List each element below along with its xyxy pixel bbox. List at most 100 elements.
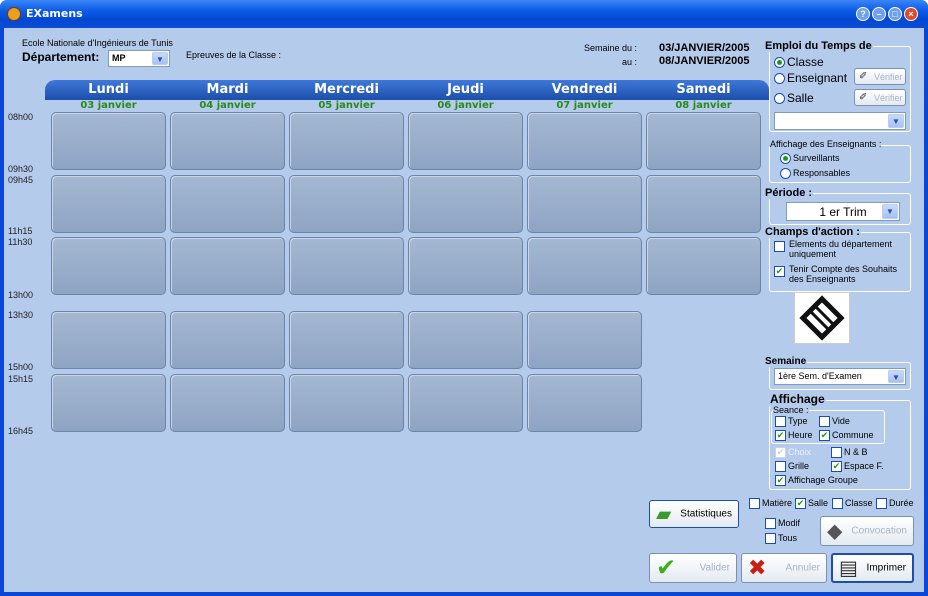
valider-button[interactable]: ✔ Valider bbox=[649, 553, 737, 583]
verifier-salle-button[interactable]: ✐ Vérifier bbox=[854, 89, 906, 106]
emploi-title: Emploi du Temps de bbox=[764, 40, 873, 52]
schedule-slot[interactable] bbox=[51, 175, 166, 233]
champs-title: Champs d'action : bbox=[764, 226, 861, 238]
checkbox-vide[interactable]: Vide bbox=[819, 416, 850, 428]
verifier-enseignant-button[interactable]: ✐ Vérifier bbox=[854, 68, 906, 85]
convocation-button[interactable]: ◆ Convocation bbox=[820, 516, 914, 546]
window-title: EXamens bbox=[26, 7, 83, 20]
time-label: 08h00 bbox=[8, 112, 34, 122]
time-label: 09h30 bbox=[8, 164, 34, 174]
departement-select[interactable]: MP ▼ bbox=[108, 50, 170, 67]
cross-icon: ✖ bbox=[748, 555, 767, 580]
pen-icon: ✐ bbox=[859, 92, 868, 103]
app-window: EXamens ? – □ × Ecole Nationale d'Ingéni… bbox=[0, 0, 928, 596]
statistiques-button[interactable]: ▰ Statistiques bbox=[649, 500, 739, 528]
schedule-slot[interactable] bbox=[527, 374, 642, 432]
close-button[interactable]: × bbox=[904, 7, 918, 21]
semaine-du-label: Semaine du : bbox=[584, 43, 638, 53]
minimize-button[interactable]: – bbox=[872, 7, 886, 21]
time-label: 11h30 bbox=[8, 237, 33, 247]
checkbox-affichage-groupe[interactable]: ✔ Affichage Groupe bbox=[775, 475, 858, 487]
schedule-slot[interactable] bbox=[289, 237, 404, 295]
schedule-slot[interactable] bbox=[646, 175, 761, 233]
semaine-select[interactable]: 1ère Sem. d'Examen ▼ bbox=[774, 368, 906, 385]
schedule-slot[interactable] bbox=[408, 311, 523, 369]
schedule-slot[interactable] bbox=[646, 237, 761, 295]
schedule-slot[interactable] bbox=[646, 112, 761, 170]
au-label: au : bbox=[622, 57, 638, 67]
schedule-slot[interactable] bbox=[51, 237, 166, 295]
schedule-slot[interactable] bbox=[527, 237, 642, 295]
checkbox-espace[interactable]: ✔ Espace F. bbox=[831, 461, 884, 473]
schedule-slot[interactable] bbox=[408, 374, 523, 432]
checkmark-icon: ✔ bbox=[656, 554, 677, 582]
day-header: Vendredi bbox=[551, 82, 618, 97]
epreuves-label: Epreuves de la Classe : bbox=[186, 50, 282, 60]
emploi-select[interactable]: ▼ bbox=[774, 112, 906, 130]
checkbox-elements[interactable]: Elements du département uniquement bbox=[774, 239, 906, 259]
day-header: Jeudi bbox=[447, 82, 484, 97]
schedule-slot[interactable] bbox=[170, 112, 285, 170]
checkbox-grille[interactable]: Grille bbox=[775, 461, 809, 473]
au-value: 08/JANVIER/2005 bbox=[659, 55, 750, 67]
title-bar[interactable]: EXamens ? – □ × bbox=[0, 0, 928, 28]
time-label: 11h15 bbox=[8, 226, 33, 236]
people-icon: ◆ bbox=[827, 520, 843, 543]
checkbox-tenir-compte[interactable]: ✔ Tenir Compte des Souhaits des Enseignan… bbox=[774, 264, 906, 284]
schedule-slot[interactable] bbox=[408, 112, 523, 170]
schedule-slot[interactable] bbox=[51, 311, 166, 369]
schedule-slot[interactable] bbox=[170, 175, 285, 233]
checkbox-classe[interactable]: Classe bbox=[832, 498, 873, 510]
schedule-slot[interactable] bbox=[51, 112, 166, 170]
radio-salle[interactable]: Salle bbox=[774, 91, 814, 105]
schedule-slot[interactable] bbox=[408, 175, 523, 233]
day-header: Lundi bbox=[88, 82, 129, 97]
schedule-slot[interactable] bbox=[289, 112, 404, 170]
departement-label: Département: bbox=[22, 50, 100, 64]
checkbox-type[interactable]: Type bbox=[775, 416, 808, 428]
seance-label: Seance : bbox=[773, 405, 809, 415]
schedule-slot[interactable] bbox=[170, 374, 285, 432]
school-name: Ecole Nationale d'Ingénieurs de Tunis bbox=[22, 38, 173, 48]
checkbox-commune[interactable]: ✔ Commune bbox=[819, 430, 874, 442]
schedule-slot[interactable] bbox=[289, 374, 404, 432]
schedule-slot[interactable] bbox=[408, 237, 523, 295]
checkbox-salle[interactable]: ✔ Salle bbox=[795, 498, 828, 510]
time-label: 09h45 bbox=[8, 175, 34, 185]
logo bbox=[794, 292, 850, 344]
chevron-down-icon: ▼ bbox=[888, 370, 904, 383]
checkbox-nb[interactable]: N & B bbox=[831, 447, 868, 459]
schedule-slot[interactable] bbox=[527, 112, 642, 170]
day-header: Mercredi bbox=[314, 82, 379, 97]
schedule-slot[interactable] bbox=[527, 311, 642, 369]
radio-surveillants[interactable]: Surveillants bbox=[780, 153, 840, 165]
checkbox-choix[interactable]: ✔ Choix bbox=[775, 447, 811, 459]
day-date: 08 janvier bbox=[675, 100, 732, 111]
schedule-slot[interactable] bbox=[51, 374, 166, 432]
day-date: 05 janvier bbox=[318, 100, 375, 111]
schedule-slot[interactable] bbox=[289, 175, 404, 233]
help-icon[interactable]: ? bbox=[856, 7, 870, 21]
annuler-button[interactable]: ✖ Annuler bbox=[741, 553, 827, 583]
chevron-down-icon: ▼ bbox=[882, 204, 898, 219]
day-date: 03 janvier bbox=[80, 100, 137, 111]
checkbox-modif[interactable]: Modif bbox=[765, 518, 800, 530]
schedule-slot[interactable] bbox=[170, 237, 285, 295]
day-header: Samedi bbox=[676, 82, 731, 97]
maximize-button[interactable]: □ bbox=[888, 7, 902, 21]
imprimer-button[interactable]: ▤ Imprimer bbox=[831, 553, 914, 583]
checkbox-tous[interactable]: Tous bbox=[765, 533, 797, 545]
schedule-slot[interactable] bbox=[289, 311, 404, 369]
checkbox-matiere[interactable]: Matière bbox=[749, 498, 792, 510]
periode-select[interactable]: 1 er Trim ▼ bbox=[786, 202, 900, 221]
day-date: 04 janvier bbox=[199, 100, 256, 111]
radio-classe[interactable]: Classe bbox=[774, 55, 824, 69]
checkbox-duree[interactable]: Durée bbox=[876, 498, 914, 510]
radio-enseignant[interactable]: Enseignant bbox=[774, 71, 847, 85]
schedule-slot[interactable] bbox=[170, 311, 285, 369]
semaine-du-value: 03/JANVIER/2005 bbox=[659, 42, 750, 54]
schedule-slot[interactable] bbox=[527, 175, 642, 233]
day-date: 06 janvier bbox=[437, 100, 494, 111]
radio-responsables[interactable]: Responsables bbox=[780, 168, 850, 180]
checkbox-heure[interactable]: ✔ Heure bbox=[775, 430, 813, 442]
